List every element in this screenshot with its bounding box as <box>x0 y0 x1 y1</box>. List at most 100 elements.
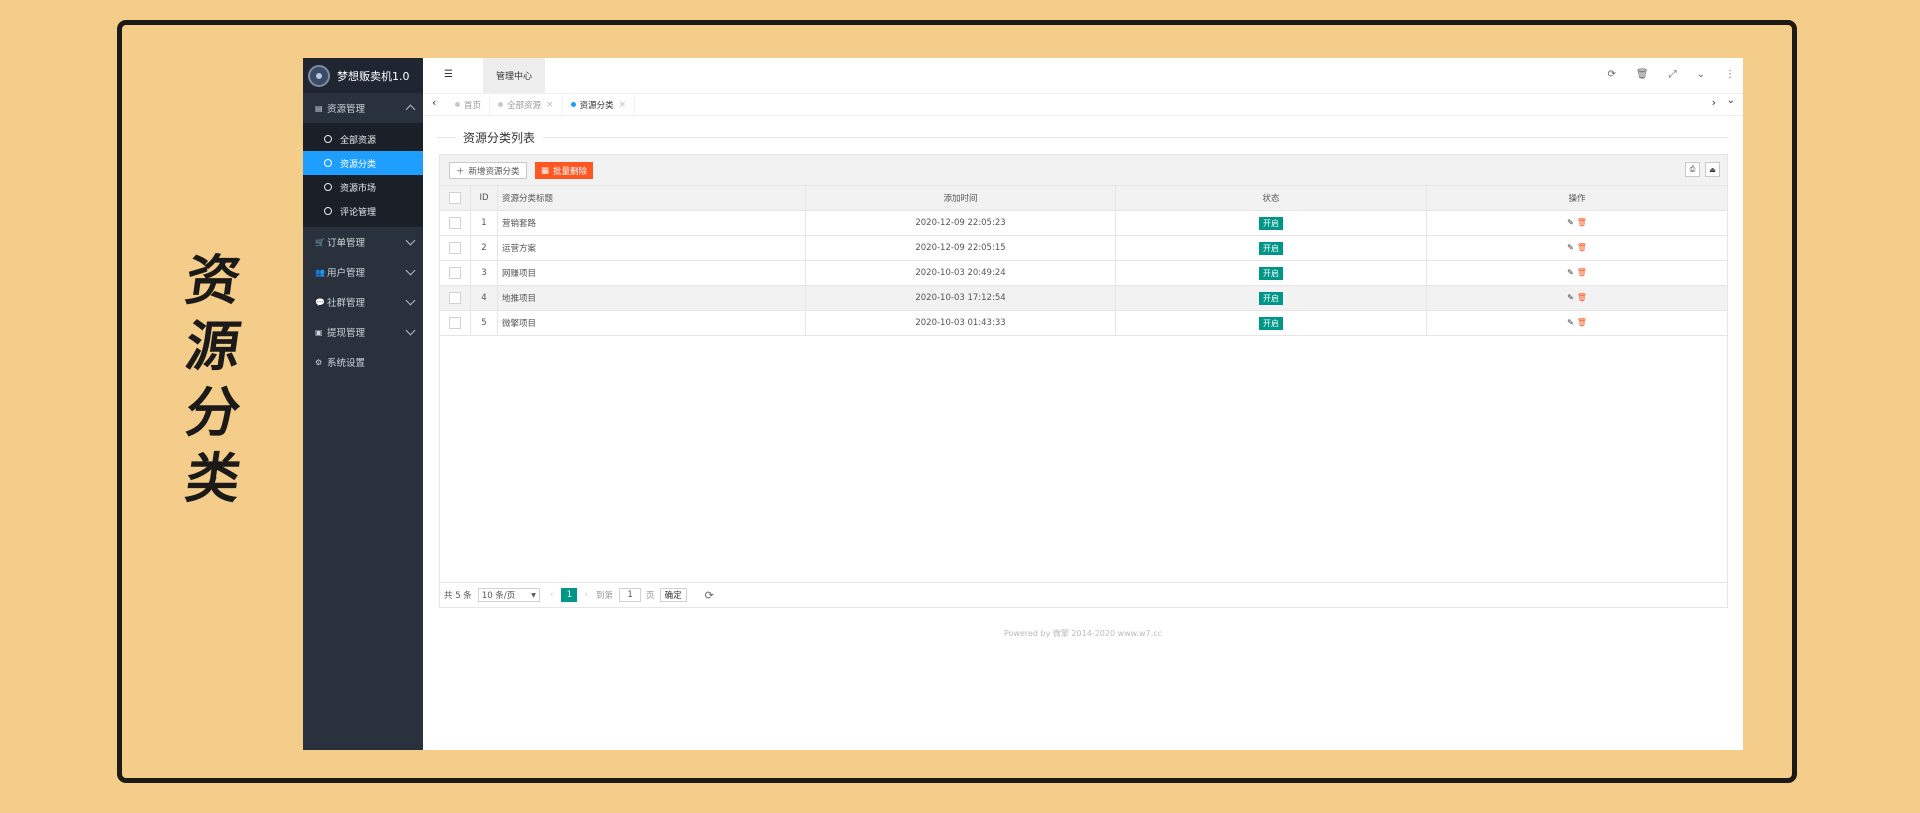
edit-icon[interactable]: ✎ <box>1567 243 1574 252</box>
batch-delete-button[interactable]: ▦ 批量删除 <box>535 162 594 179</box>
next-page-icon[interactable]: › <box>584 590 588 600</box>
status-badge[interactable]: 开启 <box>1259 216 1283 230</box>
column-header-time[interactable]: 添加时间 <box>805 186 1116 211</box>
row-checkbox[interactable] <box>440 260 471 286</box>
column-header-id[interactable]: ID <box>470 186 498 211</box>
sidebar-item-community[interactable]: 💬 社群管理 <box>303 287 423 317</box>
status-badge[interactable]: 开启 <box>1259 241 1283 255</box>
goto-confirm-button[interactable]: 确定 <box>659 588 687 602</box>
cart-icon: 🛒 <box>315 237 325 247</box>
edit-icon[interactable]: ✎ <box>1567 268 1574 277</box>
cell-actions: ✎ 🗑 <box>1426 285 1727 311</box>
status-badge[interactable]: 开启 <box>1259 316 1283 330</box>
page-tab-all-resources[interactable]: 全部资源 × <box>490 94 563 115</box>
menu-toggle-icon[interactable]: ☰ <box>444 70 455 80</box>
cell-actions: ✎ 🗑 <box>1426 310 1727 336</box>
cash-icon: ▣ <box>315 327 323 337</box>
cell-time: 2020-12-09 22:05:15 <box>805 235 1116 261</box>
status-badge[interactable]: 开启 <box>1259 266 1283 280</box>
edit-icon[interactable]: ✎ <box>1567 218 1574 227</box>
delete-icon[interactable]: 🗑 <box>1577 268 1587 277</box>
circle-icon <box>324 207 332 215</box>
page-tab-resource-category[interactable]: 资源分类 × <box>563 94 636 115</box>
sidebar-item-label: 提现管理 <box>327 328 366 339</box>
refresh-icon[interactable]: ⟳ <box>705 589 714 602</box>
side-title-char: 分 <box>181 381 245 444</box>
tabs-menu-icon[interactable]: ⌄ <box>1727 95 1735 106</box>
sidebar-subitem-comments[interactable]: 评论管理 <box>303 199 423 223</box>
sidebar-item-resource[interactable]: ▤ 资源管理 <box>303 93 423 123</box>
sidebar-item-orders[interactable]: 🛒 订单管理 <box>303 227 423 257</box>
chevron-down-icon <box>405 325 416 336</box>
add-category-button[interactable]: ＋ 新增资源分类 <box>449 162 527 179</box>
row-checkbox[interactable] <box>440 235 471 261</box>
legend-divider <box>437 137 1729 138</box>
cell-id: 1 <box>470 210 498 236</box>
sidebar-item-settings[interactable]: ⚙ 系统设置 <box>303 347 423 377</box>
page-tab-label: 首页 <box>464 100 482 111</box>
sidebar-item-users[interactable]: 👥 用户管理 <box>303 257 423 287</box>
edit-icon[interactable]: ✎ <box>1567 318 1574 327</box>
status-badge[interactable]: 开启 <box>1259 291 1283 305</box>
cell-title: 地推项目 <box>497 285 806 311</box>
dot-icon <box>455 102 460 107</box>
table-header-row: ID 资源分类标题 添加时间 状态 操作 <box>440 186 1727 211</box>
close-icon[interactable]: × <box>546 100 554 110</box>
cell-status: 开启 <box>1115 285 1427 311</box>
chevron-down-icon <box>405 235 416 246</box>
chevron-up-icon <box>405 104 416 115</box>
select-all-checkbox[interactable] <box>440 186 471 211</box>
print-icon[interactable]: ⎙ <box>1685 162 1700 177</box>
export-icon[interactable]: ⏏ <box>1705 162 1720 177</box>
cell-status: 开启 <box>1115 260 1427 286</box>
dot-icon <box>570 102 576 107</box>
circle-icon <box>324 135 332 143</box>
chevron-down-icon <box>405 295 416 306</box>
tab-admin-center[interactable]: 管理中心 <box>483 58 545 93</box>
prev-page-icon[interactable]: ‹ <box>550 590 554 600</box>
page-tab-label: 资源分类 <box>579 100 614 111</box>
cell-title: 营销套路 <box>497 210 806 236</box>
cell-id: 2 <box>470 235 498 261</box>
dropdown-icon[interactable]: ⌄ <box>1697 69 1705 80</box>
delete-icon[interactable]: 🗑 <box>1577 293 1587 302</box>
column-header-status[interactable]: 状态 <box>1115 186 1427 211</box>
cell-id: 3 <box>470 260 498 286</box>
more-icon[interactable]: ⋮ <box>1725 69 1735 80</box>
logo[interactable]: 梦想贩卖机1.0 <box>303 58 423 93</box>
row-checkbox[interactable] <box>440 310 471 336</box>
trash-icon[interactable]: 🗑 <box>1636 69 1649 80</box>
dot-icon <box>498 102 504 107</box>
section-legend: 资源分类列表 <box>437 129 1729 146</box>
delete-icon[interactable]: 🗑 <box>1577 243 1587 252</box>
plus-icon: ＋ <box>456 166 465 177</box>
tabs-scroll-left-icon[interactable]: ‹ <box>432 96 436 109</box>
main-content: 资源分类列表 ＋ 新增资源分类 ▦ 批量删除 ⎙ ⏏ ID 资源分类标题 添加时… <box>423 116 1743 750</box>
chevron-down-icon <box>405 265 416 276</box>
sidebar: 梦想贩卖机1.0 ▤ 资源管理 全部资源 资源分类 资源市场 评论管理 🛒 订单… <box>303 58 423 750</box>
delete-icon[interactable]: 🗑 <box>1577 218 1587 227</box>
footer-copyright: Powered by 微擎 2014-2020 www.w7.cc <box>1003 629 1162 638</box>
delete-icon[interactable]: 🗑 <box>1577 318 1587 327</box>
goto-page-input[interactable]: 1 <box>619 588 642 602</box>
sidebar-subitem-resource-category[interactable]: 资源分类 <box>303 151 423 175</box>
cell-actions: ✎ 🗑 <box>1426 260 1727 286</box>
sidebar-subitem-all-resources[interactable]: 全部资源 <box>303 127 423 151</box>
column-header-title[interactable]: 资源分类标题 <box>497 186 806 211</box>
sidebar-item-withdraw[interactable]: ▣ 提现管理 <box>303 317 423 347</box>
page-tab-home[interactable]: 首页 <box>447 94 491 115</box>
current-page-button[interactable]: 1 <box>561 588 578 602</box>
tabs-scroll-right-icon[interactable]: › <box>1712 96 1716 109</box>
row-checkbox[interactable] <box>440 210 471 236</box>
circle-icon <box>324 183 332 191</box>
fullscreen-icon[interactable]: ⤢ <box>1669 69 1677 80</box>
edit-icon[interactable]: ✎ <box>1567 293 1574 302</box>
close-icon[interactable]: × <box>619 100 627 110</box>
add-category-label: 新增资源分类 <box>468 166 520 177</box>
sidebar-subitem-resource-market[interactable]: 资源市场 <box>303 175 423 199</box>
refresh-icon[interactable]: ⟳ <box>1608 69 1616 80</box>
page-size-value: 10 条/页 <box>481 591 516 601</box>
row-checkbox[interactable] <box>440 285 471 311</box>
page-size-select[interactable]: 10 条/页 ▼ <box>477 588 540 602</box>
sidebar-submenu: 全部资源 资源分类 资源市场 评论管理 <box>303 123 423 227</box>
